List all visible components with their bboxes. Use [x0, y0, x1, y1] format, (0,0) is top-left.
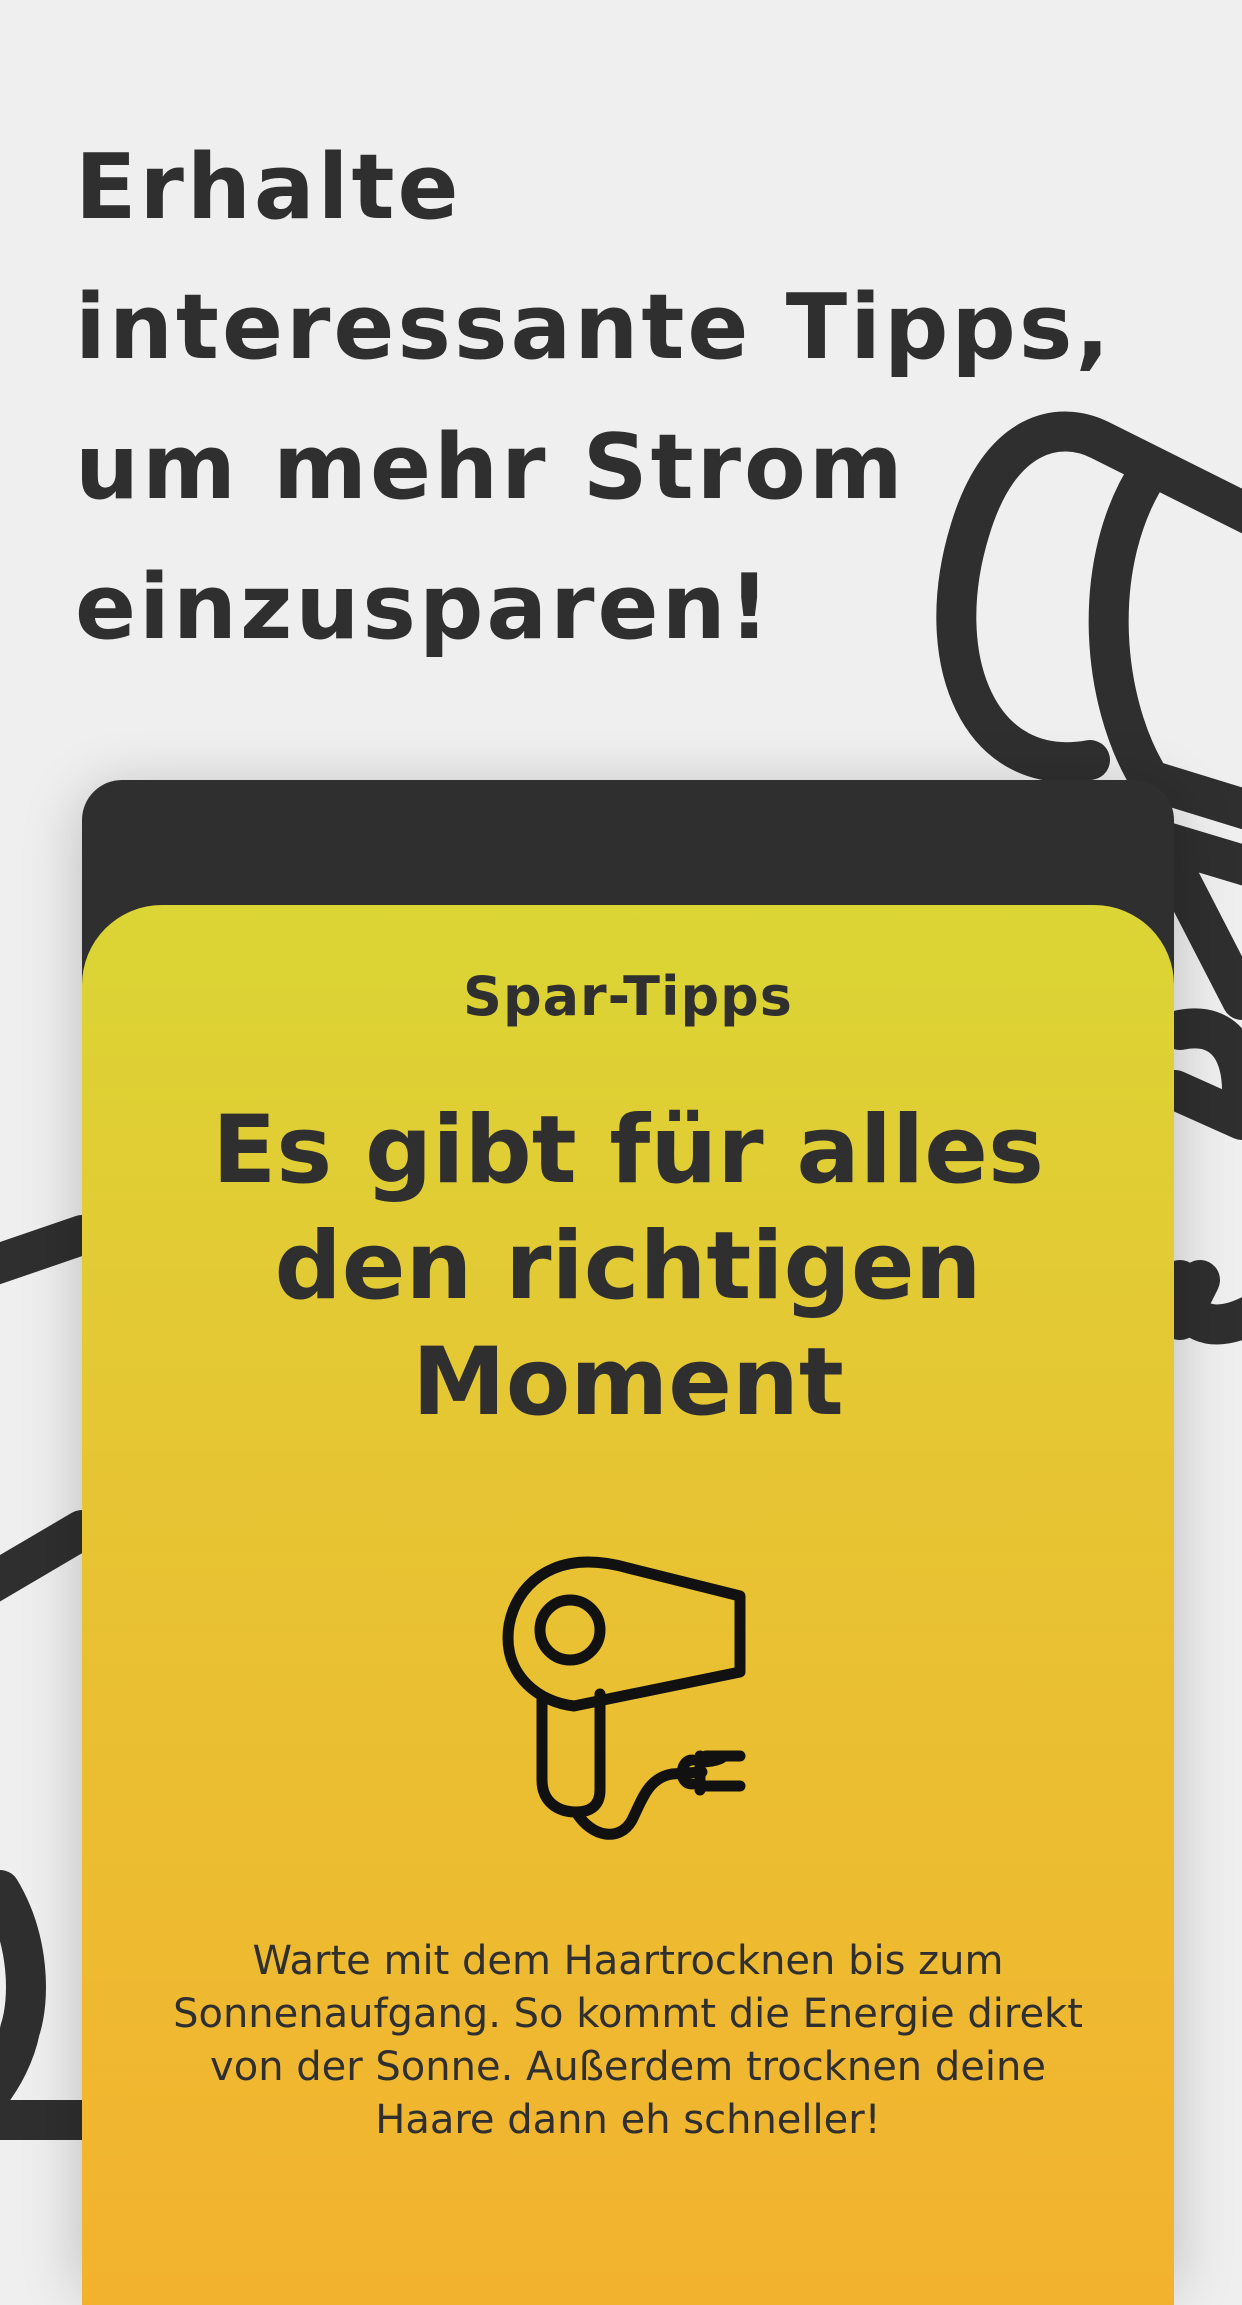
page-headline: Erhalte interessante Tipps, um mehr Stro…	[75, 135, 1113, 660]
card-category-label: Spar-Tipps	[463, 965, 793, 1028]
hair-dryer-icon	[502, 1556, 746, 1840]
card-tip-text: Warte mit dem Haartrocknen bis zum Sonne…	[173, 1938, 1083, 2143]
tip-card: Spar-Tipps Es gibt für alles den richtig…	[82, 905, 1174, 2305]
card-title: Es gibt für alles den richtigen Moment	[212, 1096, 1044, 1437]
